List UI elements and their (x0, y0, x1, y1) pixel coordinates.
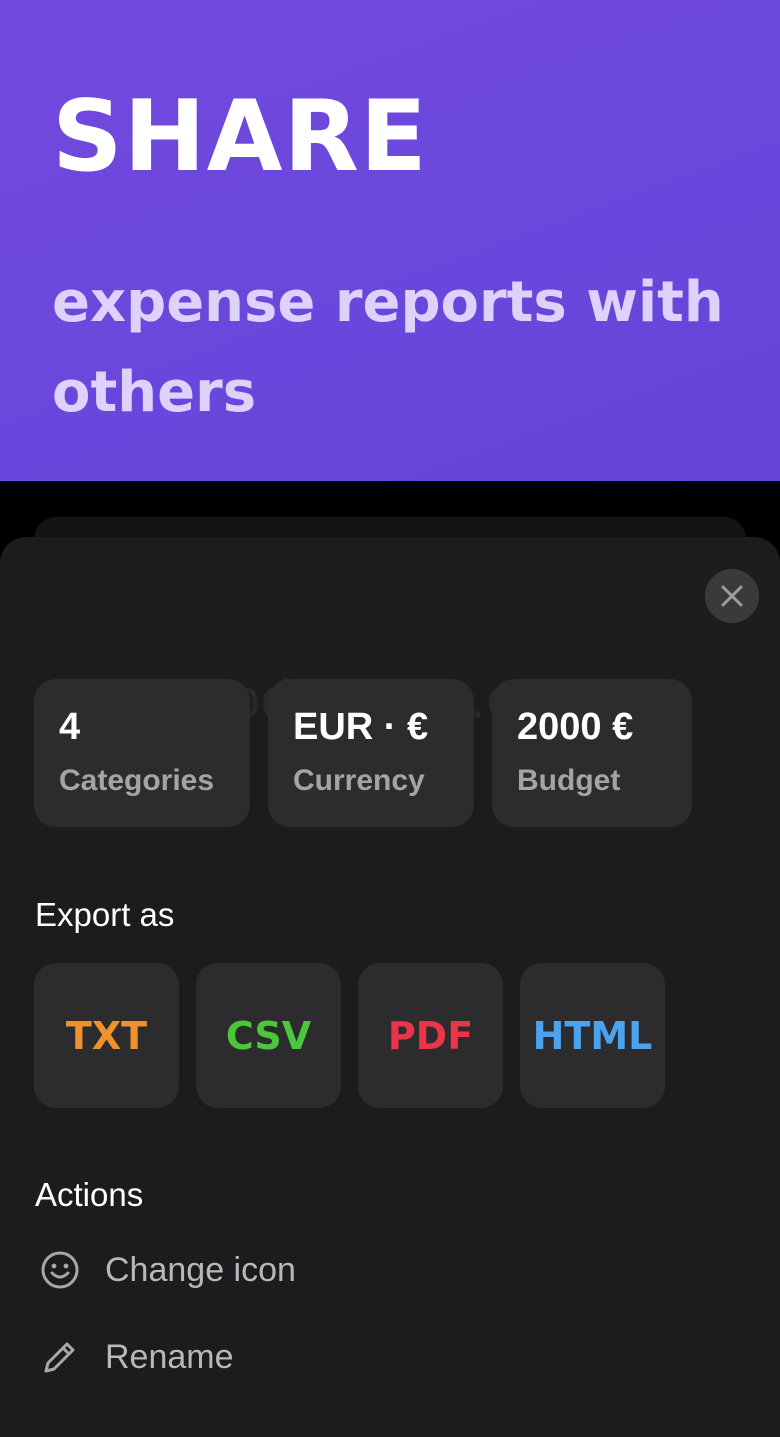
stat-categories[interactable]: 4 Categories (34, 679, 250, 827)
pencil-icon (38, 1335, 82, 1379)
export-heading: Export as (35, 896, 175, 933)
export-html-button[interactable]: HTML (520, 963, 665, 1108)
smiley-icon (38, 1248, 82, 1292)
stat-value: EUR · € (293, 706, 429, 748)
change-icon-action[interactable]: Change icon (38, 1240, 738, 1300)
rename-action[interactable]: Rename (38, 1327, 738, 1387)
export-txt-button[interactable]: TXT (34, 963, 179, 1108)
export-pdf-button[interactable]: PDF (358, 963, 503, 1108)
export-format-label: HTML (532, 1013, 653, 1058)
close-icon (721, 585, 743, 607)
stat-budget[interactable]: 2000 € Budget (492, 679, 692, 827)
stat-currency[interactable]: EUR · € Currency (268, 679, 474, 827)
close-button[interactable] (705, 569, 759, 623)
stat-label: Categories (59, 764, 215, 797)
stat-label: Currency (293, 764, 425, 797)
action-label: Rename (105, 1337, 234, 1376)
actions-heading: Actions (35, 1176, 144, 1213)
stat-value: 2000 € (517, 706, 634, 748)
stat-value: 4 (59, 706, 81, 748)
action-label: Change icon (105, 1250, 296, 1289)
hero-title: SHARE (52, 80, 428, 194)
export-csv-button[interactable]: CSV (196, 963, 341, 1108)
export-format-label: CSV (225, 1013, 312, 1058)
hero-banner: SHARE expense reports with others (0, 0, 780, 481)
stat-label: Budget (517, 764, 621, 797)
hero-subtitle: expense reports with others (52, 270, 724, 425)
export-format-label: PDF (387, 1013, 474, 1058)
export-format-label: TXT (65, 1013, 148, 1058)
